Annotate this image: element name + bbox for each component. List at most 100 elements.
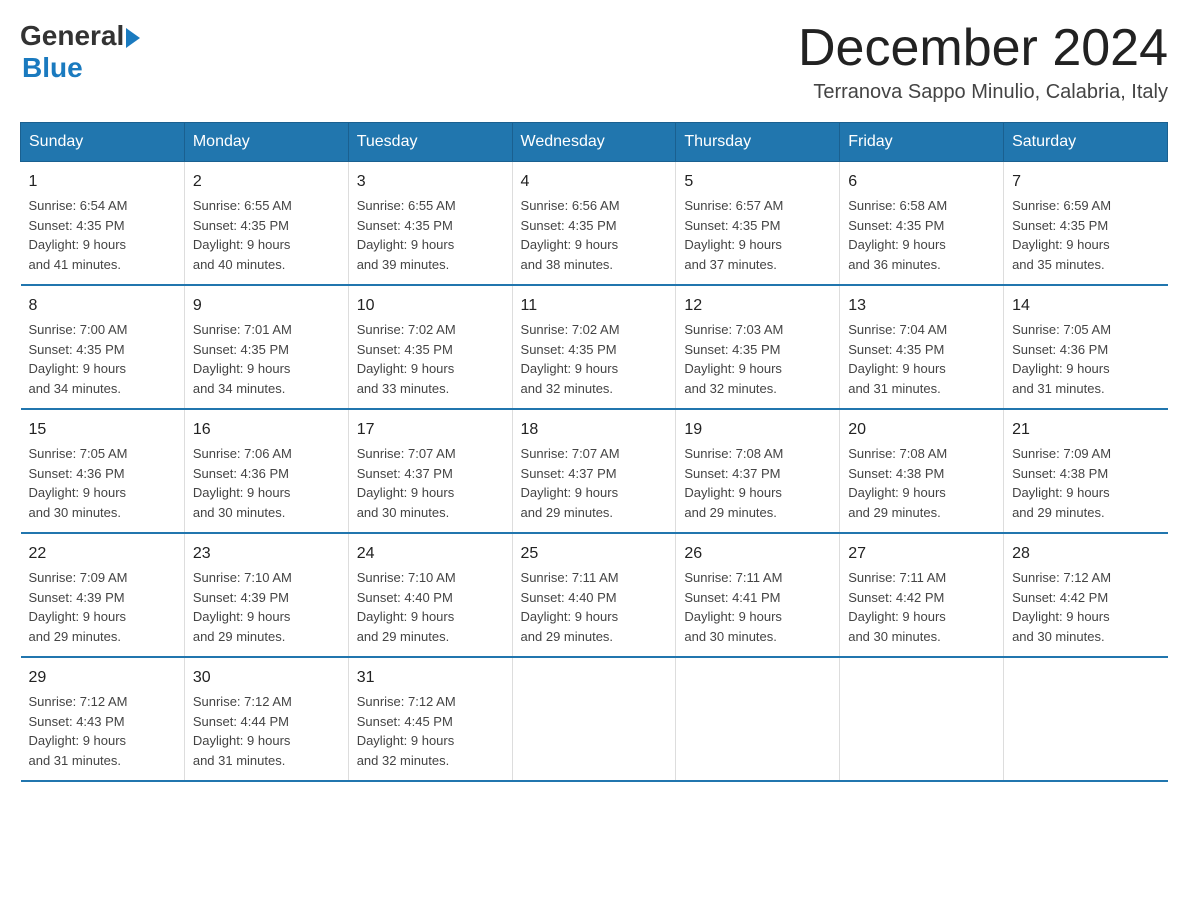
- header-friday: Friday: [840, 123, 1004, 162]
- calendar-week-row: 1Sunrise: 6:54 AMSunset: 4:35 PMDaylight…: [21, 162, 1168, 286]
- day-details: Sunrise: 7:08 AMSunset: 4:37 PMDaylight:…: [684, 444, 831, 522]
- day-number: 21: [1012, 418, 1159, 442]
- day-details: Sunrise: 7:09 AMSunset: 4:38 PMDaylight:…: [1012, 444, 1159, 522]
- day-details: Sunrise: 7:02 AMSunset: 4:35 PMDaylight:…: [357, 320, 504, 398]
- calendar-day-cell: 21Sunrise: 7:09 AMSunset: 4:38 PMDayligh…: [1004, 409, 1168, 533]
- day-number: 3: [357, 170, 504, 194]
- day-details: Sunrise: 6:56 AMSunset: 4:35 PMDaylight:…: [521, 196, 668, 274]
- calendar-day-cell: 9Sunrise: 7:01 AMSunset: 4:35 PMDaylight…: [184, 285, 348, 409]
- day-number: 18: [521, 418, 668, 442]
- day-details: Sunrise: 7:12 AMSunset: 4:43 PMDaylight:…: [29, 692, 176, 770]
- day-number: 6: [848, 170, 995, 194]
- day-details: Sunrise: 7:10 AMSunset: 4:40 PMDaylight:…: [357, 568, 504, 646]
- day-number: 13: [848, 294, 995, 318]
- calendar-day-cell: 1Sunrise: 6:54 AMSunset: 4:35 PMDaylight…: [21, 162, 185, 286]
- calendar-day-cell: 28Sunrise: 7:12 AMSunset: 4:42 PMDayligh…: [1004, 533, 1168, 657]
- calendar-day-cell: 2Sunrise: 6:55 AMSunset: 4:35 PMDaylight…: [184, 162, 348, 286]
- calendar-day-cell: 26Sunrise: 7:11 AMSunset: 4:41 PMDayligh…: [676, 533, 840, 657]
- day-number: 29: [29, 666, 176, 690]
- calendar-day-cell: [840, 657, 1004, 781]
- day-details: Sunrise: 7:07 AMSunset: 4:37 PMDaylight:…: [357, 444, 504, 522]
- day-number: 26: [684, 542, 831, 566]
- day-number: 4: [521, 170, 668, 194]
- day-details: Sunrise: 7:08 AMSunset: 4:38 PMDaylight:…: [848, 444, 995, 522]
- calendar-day-cell: [512, 657, 676, 781]
- day-number: 14: [1012, 294, 1159, 318]
- day-details: Sunrise: 6:58 AMSunset: 4:35 PMDaylight:…: [848, 196, 995, 274]
- calendar-day-cell: 10Sunrise: 7:02 AMSunset: 4:35 PMDayligh…: [348, 285, 512, 409]
- day-details: Sunrise: 7:12 AMSunset: 4:45 PMDaylight:…: [357, 692, 504, 770]
- header-sunday: Sunday: [21, 123, 185, 162]
- day-number: 25: [521, 542, 668, 566]
- day-number: 24: [357, 542, 504, 566]
- calendar-day-cell: 3Sunrise: 6:55 AMSunset: 4:35 PMDaylight…: [348, 162, 512, 286]
- day-number: 15: [29, 418, 176, 442]
- day-number: 9: [193, 294, 340, 318]
- calendar-day-cell: 19Sunrise: 7:08 AMSunset: 4:37 PMDayligh…: [676, 409, 840, 533]
- page-header: General Blue December 2024 Terranova Sap…: [20, 20, 1168, 104]
- calendar-day-cell: 17Sunrise: 7:07 AMSunset: 4:37 PMDayligh…: [348, 409, 512, 533]
- header-tuesday: Tuesday: [348, 123, 512, 162]
- calendar-day-cell: 14Sunrise: 7:05 AMSunset: 4:36 PMDayligh…: [1004, 285, 1168, 409]
- day-number: 22: [29, 542, 176, 566]
- calendar-header-row: Sunday Monday Tuesday Wednesday Thursday…: [21, 123, 1168, 162]
- day-number: 12: [684, 294, 831, 318]
- day-number: 27: [848, 542, 995, 566]
- month-year-title: December 2024: [798, 20, 1168, 77]
- header-thursday: Thursday: [676, 123, 840, 162]
- day-details: Sunrise: 6:57 AMSunset: 4:35 PMDaylight:…: [684, 196, 831, 274]
- day-details: Sunrise: 7:12 AMSunset: 4:42 PMDaylight:…: [1012, 568, 1159, 646]
- day-details: Sunrise: 6:54 AMSunset: 4:35 PMDaylight:…: [29, 196, 176, 274]
- calendar-day-cell: 12Sunrise: 7:03 AMSunset: 4:35 PMDayligh…: [676, 285, 840, 409]
- day-number: 5: [684, 170, 831, 194]
- calendar-day-cell: 13Sunrise: 7:04 AMSunset: 4:35 PMDayligh…: [840, 285, 1004, 409]
- day-details: Sunrise: 6:59 AMSunset: 4:35 PMDaylight:…: [1012, 196, 1159, 274]
- day-number: 20: [848, 418, 995, 442]
- calendar-day-cell: 24Sunrise: 7:10 AMSunset: 4:40 PMDayligh…: [348, 533, 512, 657]
- calendar-week-row: 22Sunrise: 7:09 AMSunset: 4:39 PMDayligh…: [21, 533, 1168, 657]
- calendar-day-cell: 29Sunrise: 7:12 AMSunset: 4:43 PMDayligh…: [21, 657, 185, 781]
- calendar-day-cell: 11Sunrise: 7:02 AMSunset: 4:35 PMDayligh…: [512, 285, 676, 409]
- day-details: Sunrise: 7:02 AMSunset: 4:35 PMDaylight:…: [521, 320, 668, 398]
- day-details: Sunrise: 7:11 AMSunset: 4:40 PMDaylight:…: [521, 568, 668, 646]
- logo: General Blue: [20, 20, 140, 84]
- day-details: Sunrise: 6:55 AMSunset: 4:35 PMDaylight:…: [357, 196, 504, 274]
- calendar-day-cell: 25Sunrise: 7:11 AMSunset: 4:40 PMDayligh…: [512, 533, 676, 657]
- day-details: Sunrise: 7:05 AMSunset: 4:36 PMDaylight:…: [29, 444, 176, 522]
- calendar-day-cell: [676, 657, 840, 781]
- day-number: 23: [193, 542, 340, 566]
- calendar-day-cell: 31Sunrise: 7:12 AMSunset: 4:45 PMDayligh…: [348, 657, 512, 781]
- day-number: 8: [29, 294, 176, 318]
- day-number: 11: [521, 294, 668, 318]
- logo-general-text: General: [20, 20, 124, 52]
- header-saturday: Saturday: [1004, 123, 1168, 162]
- calendar-day-cell: 8Sunrise: 7:00 AMSunset: 4:35 PMDaylight…: [21, 285, 185, 409]
- calendar-day-cell: 30Sunrise: 7:12 AMSunset: 4:44 PMDayligh…: [184, 657, 348, 781]
- day-details: Sunrise: 7:11 AMSunset: 4:42 PMDaylight:…: [848, 568, 995, 646]
- calendar-day-cell: 7Sunrise: 6:59 AMSunset: 4:35 PMDaylight…: [1004, 162, 1168, 286]
- day-details: Sunrise: 7:01 AMSunset: 4:35 PMDaylight:…: [193, 320, 340, 398]
- calendar-day-cell: 6Sunrise: 6:58 AMSunset: 4:35 PMDaylight…: [840, 162, 1004, 286]
- calendar-day-cell: 4Sunrise: 6:56 AMSunset: 4:35 PMDaylight…: [512, 162, 676, 286]
- day-details: Sunrise: 7:09 AMSunset: 4:39 PMDaylight:…: [29, 568, 176, 646]
- day-details: Sunrise: 7:06 AMSunset: 4:36 PMDaylight:…: [193, 444, 340, 522]
- calendar-week-row: 15Sunrise: 7:05 AMSunset: 4:36 PMDayligh…: [21, 409, 1168, 533]
- day-number: 2: [193, 170, 340, 194]
- calendar-day-cell: [1004, 657, 1168, 781]
- day-number: 17: [357, 418, 504, 442]
- day-number: 19: [684, 418, 831, 442]
- day-details: Sunrise: 7:10 AMSunset: 4:39 PMDaylight:…: [193, 568, 340, 646]
- logo-arrow-icon: [126, 28, 140, 48]
- header-wednesday: Wednesday: [512, 123, 676, 162]
- day-number: 28: [1012, 542, 1159, 566]
- day-details: Sunrise: 7:00 AMSunset: 4:35 PMDaylight:…: [29, 320, 176, 398]
- header-monday: Monday: [184, 123, 348, 162]
- title-section: December 2024 Terranova Sappo Minulio, C…: [798, 20, 1168, 104]
- calendar-day-cell: 23Sunrise: 7:10 AMSunset: 4:39 PMDayligh…: [184, 533, 348, 657]
- day-details: Sunrise: 6:55 AMSunset: 4:35 PMDaylight:…: [193, 196, 340, 274]
- day-details: Sunrise: 7:03 AMSunset: 4:35 PMDaylight:…: [684, 320, 831, 398]
- day-number: 30: [193, 666, 340, 690]
- calendar-day-cell: 22Sunrise: 7:09 AMSunset: 4:39 PMDayligh…: [21, 533, 185, 657]
- day-details: Sunrise: 7:07 AMSunset: 4:37 PMDaylight:…: [521, 444, 668, 522]
- calendar-day-cell: 16Sunrise: 7:06 AMSunset: 4:36 PMDayligh…: [184, 409, 348, 533]
